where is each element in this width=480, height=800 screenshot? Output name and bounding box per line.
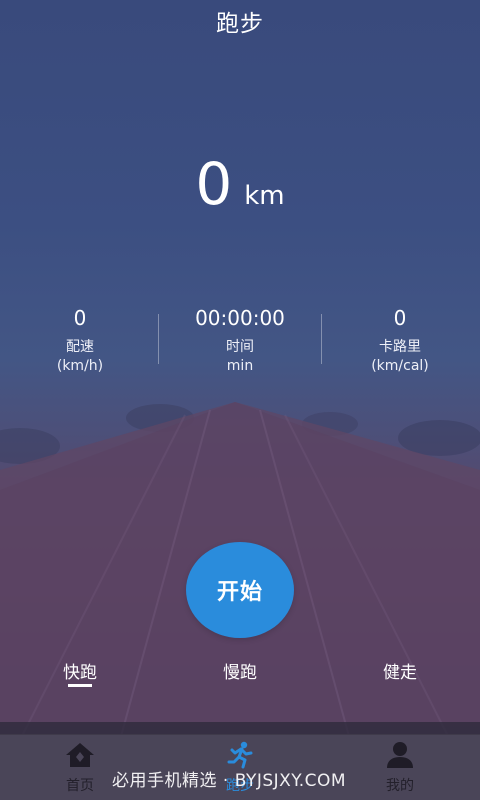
nav-item-profile[interactable]: 我的 bbox=[340, 741, 460, 800]
distance-unit: km bbox=[244, 181, 285, 211]
distance-value: 0 bbox=[195, 150, 233, 218]
stat-divider bbox=[158, 314, 159, 364]
tab-label: 快跑 bbox=[63, 663, 97, 683]
pace-label: 配速 bbox=[66, 339, 94, 355]
tab-label: 健走 bbox=[383, 663, 417, 683]
running-screen: 跑步 0 km 0 配速 (km/h) 00:00:00 时间 min 0 卡路里… bbox=[0, 0, 480, 800]
time-value: 00:00:00 bbox=[195, 306, 285, 330]
tab-fast-run[interactable]: 快跑 bbox=[20, 658, 140, 687]
tab-slow-run[interactable]: 慢跑 bbox=[180, 658, 300, 683]
distance-display: 0 km bbox=[0, 150, 480, 218]
stat-time: 00:00:00 时间 min bbox=[160, 304, 320, 376]
watermark-text: 必用手机精选 · BYJSJXY.COM bbox=[112, 771, 347, 791]
time-label: 时间 bbox=[226, 339, 254, 355]
tab-selected-indicator bbox=[68, 684, 92, 687]
start-button[interactable]: 开始 bbox=[186, 542, 294, 638]
run-mode-tabs: 快跑 慢跑 健走 bbox=[0, 658, 480, 692]
stat-calories: 0 卡路里 (km/cal) bbox=[320, 304, 480, 376]
time-unit: min bbox=[226, 358, 254, 374]
calories-value: 0 bbox=[393, 306, 407, 330]
pace-value: 0 bbox=[73, 306, 87, 330]
pace-unit: (km/h) bbox=[56, 358, 104, 374]
nav-label-profile: 我的 bbox=[386, 778, 414, 794]
tab-walk[interactable]: 健走 bbox=[340, 658, 460, 683]
runner-icon bbox=[227, 741, 253, 769]
stat-pace: 0 配速 (km/h) bbox=[0, 304, 160, 376]
stats-panel: 0 配速 (km/h) 00:00:00 时间 min 0 卡路里 (km/ca… bbox=[0, 304, 480, 384]
calories-label: 卡路里 bbox=[379, 339, 421, 355]
user-icon bbox=[387, 742, 413, 768]
calories-unit: (km/cal) bbox=[371, 358, 429, 374]
page-title: 跑步 bbox=[216, 11, 264, 37]
home-icon bbox=[66, 743, 94, 767]
tab-label: 慢跑 bbox=[223, 663, 257, 683]
